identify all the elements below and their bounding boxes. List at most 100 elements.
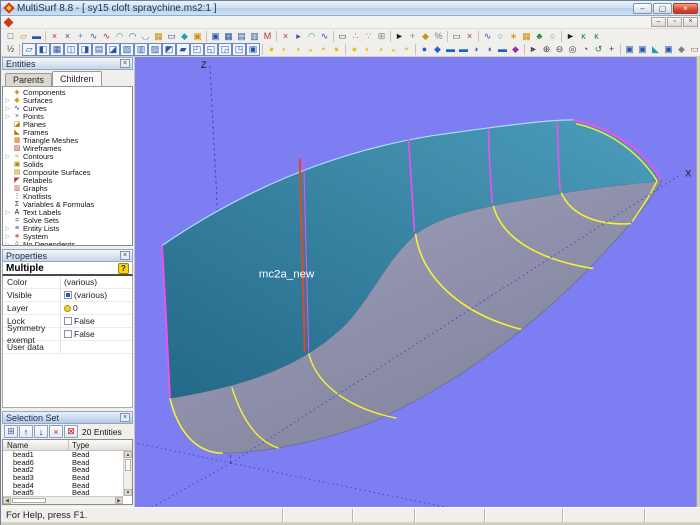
pointer-icon[interactable]: ► [393,30,406,43]
solid-tool-icon[interactable]: ▣ [191,30,204,43]
model-viewport[interactable]: Z X Y mc2a_new [135,57,696,507]
vertical-scrollbar[interactable]: ▲ ▼ [123,451,132,496]
model-window-icon[interactable]: ▣ [636,43,649,56]
select-box-icon[interactable]: ▭ [336,30,349,43]
curve-tool-icon[interactable]: ◡ [139,30,152,43]
snap-icon[interactable]: ∵ [362,30,375,43]
view-custom-icon[interactable]: ◆ [509,43,522,56]
surface-tool-icon[interactable]: ◧ [36,43,50,56]
open-file-icon[interactable]: ▱ [17,30,30,43]
curve-icon[interactable]: ∿ [481,30,494,43]
hide-bulb-icon[interactable]: ◐ [361,43,374,56]
window-icon[interactable]: ▣ [209,30,222,43]
property-value[interactable]: (various) [61,290,132,300]
surface-tool-icon[interactable]: ◱ [204,43,218,56]
insert-icon[interactable]: ▸ [292,30,305,43]
arc-tool-icon[interactable]: ◠ [113,30,126,43]
rotate-view-icon[interactable]: ↺ [592,43,605,56]
expand-icon[interactable]: ▷ [3,241,12,246]
surface-tool-icon[interactable]: ◫ [64,43,78,56]
perspective-icon[interactable]: ◣ [649,43,662,56]
scroll-left-icon[interactable]: ◀ [3,497,11,504]
scroll-down-icon[interactable]: ▼ [124,489,132,496]
view-home-icon[interactable]: ● [418,43,431,56]
close-button[interactable]: × [673,3,698,14]
remove-all-icon[interactable]: ⊠ [64,425,78,438]
window-icon[interactable]: ▥ [248,30,261,43]
view-side-icon[interactable]: ◖ [483,43,496,56]
show-bulb-icon[interactable]: ● [330,43,343,56]
hide-bulb-icon[interactable]: ◑ [374,43,387,56]
property-value[interactable]: 0 [61,303,132,313]
entities-panel-header[interactable]: Entities × [2,57,133,70]
zoom-previous-icon[interactable]: ◔ [579,43,592,56]
snap-icon[interactable]: ∴ [349,30,362,43]
maximize-button[interactable]: ▢ [653,3,672,14]
move-up-icon[interactable]: ↑ [19,425,33,438]
surface-tool-icon[interactable]: ▦ [50,43,64,56]
view-top-icon[interactable]: ▬ [444,43,457,56]
circle-icon[interactable]: ○ [494,30,507,43]
view-side-icon[interactable]: ◗ [470,43,483,56]
close-panel-icon[interactable]: × [120,413,130,422]
surface-tool-icon[interactable]: ▭ [165,30,178,43]
show-bulb-icon[interactable]: ◑ [291,43,304,56]
expand-icon[interactable]: ▷ [3,209,12,217]
tree-item-no-dependents[interactable]: ▷ ◊ No Dependents [3,241,132,246]
scrollbar-thumb[interactable] [125,459,131,471]
surface-tool-icon[interactable]: ▣ [246,43,260,56]
column-header-type[interactable]: Type [69,440,132,450]
expand-icon[interactable]: ▷ [3,105,12,113]
model-window-icon[interactable]: ▣ [662,43,675,56]
save-icon[interactable]: ▬ [30,30,43,43]
divide-icon[interactable]: ½ [4,43,17,56]
curve-tool-icon[interactable]: ∿ [87,30,100,43]
property-value[interactable]: (various) [61,277,132,287]
property-control-icon[interactable] [64,330,72,338]
expand-icon[interactable]: ▷ [3,233,12,241]
circle-icon[interactable]: ○ [546,30,559,43]
surface-tool-icon[interactable]: ▱ [22,43,36,56]
scrollbar-thumb[interactable] [12,498,46,503]
model-window-icon[interactable]: ▣ [623,43,636,56]
table-layout-icon[interactable]: ⊞ [4,425,18,438]
expand-icon[interactable]: ▷ [3,113,12,121]
expand-icon[interactable]: ▷ [3,153,12,161]
frame-icon[interactable]: ▭ [450,30,463,43]
minimize-button[interactable]: – [633,3,652,14]
show-bulb-icon[interactable]: ● [265,43,278,56]
tab-children[interactable]: Children [52,71,102,86]
close-panel-icon[interactable]: × [120,59,130,68]
property-value[interactable]: False [61,316,132,326]
view-bottom-icon[interactable]: ▬ [457,43,470,56]
surface-tool-icon[interactable]: ▨ [148,43,162,56]
surface-tool-icon[interactable]: ◰ [190,43,204,56]
pick-icon[interactable]: ► [527,43,540,56]
zoom-out-icon[interactable]: ⊖ [553,43,566,56]
window-icon[interactable]: ▤ [235,30,248,43]
remove-icon[interactable]: × [49,425,63,438]
mesh-icon[interactable]: ▦ [520,30,533,43]
percent-icon[interactable]: % [432,30,445,43]
pointer-icon[interactable]: ► [564,30,577,43]
arc-tool-icon[interactable]: ◠ [126,30,139,43]
hide-bulb-icon[interactable]: ◓ [400,43,413,56]
surface-tool-icon[interactable]: ◲ [218,43,232,56]
point-tool-icon[interactable]: × [61,30,74,43]
window-icon[interactable]: ▦ [222,30,235,43]
multiview-icon[interactable]: M [261,30,274,43]
surface-tool-icon[interactable]: ◨ [78,43,92,56]
show-bulb-icon[interactable]: ◒ [304,43,317,56]
title-bar[interactable]: MultiSurf 8.8 - [ sy15 cloft spraychine.… [1,1,700,16]
render-window-icon[interactable]: ▭ [688,43,700,56]
new-file-icon[interactable]: □ [4,30,17,43]
grid-icon[interactable]: ⊞ [375,30,388,43]
scroll-right-icon[interactable]: ▶ [115,497,123,504]
column-header-name[interactable]: Name [3,440,69,450]
scroll-up-icon[interactable]: ▲ [124,451,132,458]
properties-panel-header[interactable]: Properties × [2,249,133,262]
curvature-icon[interactable]: κ [577,30,590,43]
point-tool-icon[interactable]: + [74,30,87,43]
surface-tool-icon[interactable]: ▰ [176,43,190,56]
curve-tool-icon[interactable]: ∿ [100,30,113,43]
